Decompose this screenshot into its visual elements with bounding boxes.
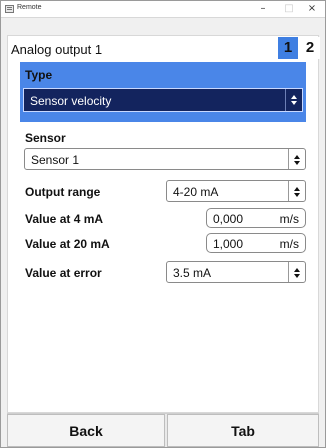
output-range-value: 4-20 mA [173, 185, 219, 199]
up-down-arrows-icon [288, 149, 305, 169]
title-bar: Remote – □ × [1, 1, 325, 18]
value-at-4ma-unit: m/s [279, 212, 299, 226]
value-at-20ma-label: Value at 20 mA [25, 237, 110, 251]
close-button[interactable]: × [299, 1, 325, 17]
value-at-4ma-label: Value at 4 mA [25, 212, 104, 226]
page-header: Analog output 1 1 2 [8, 36, 320, 62]
output-range-select[interactable]: 4-20 mA [166, 180, 306, 202]
value-at-20ma-value: 1,000 [213, 237, 244, 251]
tab-page-1[interactable]: 1 [278, 37, 298, 59]
tab-page-2[interactable]: 2 [300, 37, 320, 59]
footer-bar: Back Tab [7, 413, 319, 447]
value-at-error-value: 3.5 mA [173, 266, 212, 280]
minimize-button[interactable]: – [250, 1, 276, 17]
value-at-4ma-input[interactable]: 0,000 m/s [206, 208, 306, 228]
type-label: Type [25, 68, 53, 82]
main-panel: Analog output 1 1 2 Type Sensor velocity… [7, 35, 320, 413]
page-title: Analog output 1 [11, 42, 103, 57]
back-button[interactable]: Back [7, 414, 165, 447]
sensor-label: Sensor [25, 131, 66, 145]
value-at-20ma-unit: m/s [279, 237, 299, 251]
sensor-value: Sensor 1 [31, 153, 80, 167]
tab-button[interactable]: Tab [167, 414, 319, 447]
value-at-20ma-input[interactable]: 1,000 m/s [206, 233, 306, 253]
value-at-4ma-value: 0,000 [213, 212, 244, 226]
up-down-arrows-icon [285, 89, 302, 111]
up-down-arrows-icon [288, 262, 305, 282]
remote-window: Remote – □ × Analog output 1 1 2 Type Se… [0, 0, 326, 448]
sensor-select[interactable]: Sensor 1 [24, 148, 306, 170]
output-range-label: Output range [25, 185, 101, 199]
app-icon [5, 5, 14, 13]
type-section: Type Sensor velocity [20, 62, 306, 122]
type-select[interactable]: Sensor velocity [23, 88, 303, 112]
up-down-arrows-icon [288, 181, 305, 201]
window-title: Remote [17, 4, 42, 11]
value-at-error-label: Value at error [25, 266, 102, 280]
type-value: Sensor velocity [30, 94, 112, 108]
value-at-error-select[interactable]: 3.5 mA [166, 261, 306, 283]
